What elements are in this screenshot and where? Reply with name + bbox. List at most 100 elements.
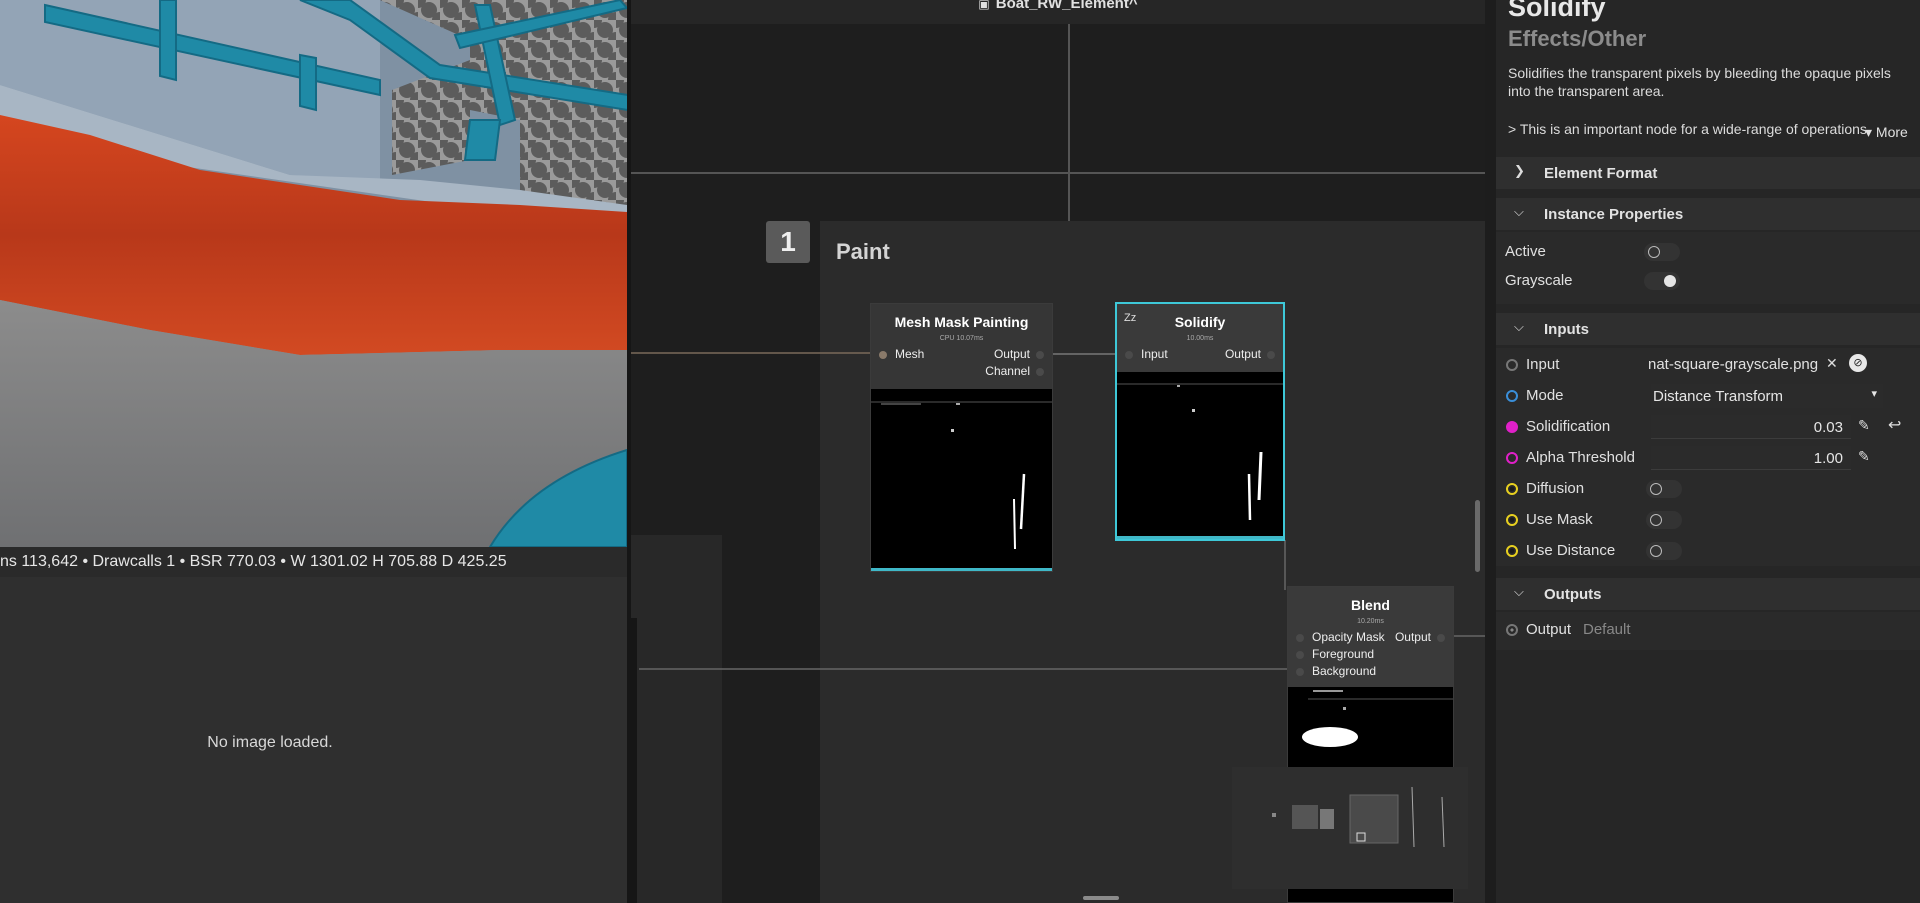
label-alpha-threshold: Alpha Threshold (1526, 449, 1635, 466)
viewport-stats-text: ns 113,642 • Drawcalls 1 • BSR 770.03 • … (0, 553, 507, 570)
port-opacity-mask[interactable] (1296, 634, 1304, 642)
pencil-icon[interactable]: ✎ (1858, 417, 1870, 434)
node-preview-image (1117, 383, 1283, 521)
node-title: Mesh Mask Painting (894, 314, 1029, 330)
row-diffusion: Diffusion (1496, 475, 1920, 503)
pencil-icon[interactable]: ✎ (1858, 448, 1870, 465)
port-dot (1506, 624, 1518, 636)
output-default-value: Default (1583, 621, 1631, 638)
section-instance-properties[interactable]: ⌵ Instance Properties (1496, 198, 1920, 230)
graph-vertical-scrollbar[interactable] (1475, 500, 1480, 572)
chevron-down-icon: ⌵ (1514, 584, 1524, 599)
node-progress-bar (871, 568, 1052, 571)
label-use-distance: Use Distance (1526, 542, 1616, 559)
use-distance-toggle[interactable] (1646, 542, 1682, 560)
port-label-foreground: Foreground (1312, 647, 1375, 661)
graph-horizontal-scrollbar[interactable] (1083, 896, 1119, 900)
node-title: Solidify (1508, 0, 1606, 22)
solidification-field[interactable]: 0.03 (1651, 415, 1851, 439)
node-graph-canvas[interactable]: ▣ Boat_RW_Element^ 1 Paint Mesh Mask Pain… (631, 0, 1485, 903)
section-title: Outputs (1544, 586, 1602, 603)
node-description: Solidifies the transparent pixels by ble… (1508, 65, 1891, 99)
section-inputs[interactable]: ⌵ Inputs (1496, 313, 1920, 345)
port-label-output: Output (1224, 347, 1261, 361)
port-label-mesh: Mesh (895, 347, 925, 361)
node-header[interactable]: Mesh Mask Painting CPU 10.07ms Mesh Outp… (871, 304, 1052, 389)
node-timing: 10.20ms (1357, 618, 1384, 625)
section-outputs[interactable]: ⌵ Outputs (1496, 578, 1920, 610)
label-grayscale: Grayscale (1505, 272, 1573, 289)
port-label-input: Input (1141, 347, 1168, 361)
label-diffusion: Diffusion (1526, 480, 1585, 497)
node-solidify[interactable]: Zz Solidify 10.00ms Input Output (1115, 302, 1285, 541)
port-foreground[interactable] (1296, 651, 1304, 659)
more-button[interactable]: ▾ More (1865, 124, 1908, 141)
toggle-knob (1650, 483, 1662, 495)
alpha-threshold-value: 1.00 (1813, 450, 1843, 467)
row-grayscale: Grayscale (1496, 267, 1920, 295)
section-element-format[interactable]: ❯ Element Format (1496, 157, 1920, 189)
port-dot (1506, 545, 1518, 557)
node-mesh-mask-painting[interactable]: Mesh Mask Painting CPU 10.07ms Mesh Outp… (870, 303, 1053, 572)
solidification-value: 0.03 (1813, 419, 1843, 436)
port-label-channel: Channel (985, 364, 1030, 378)
toggle-knob (1650, 514, 1662, 526)
port-dot (1506, 421, 1518, 433)
port-output[interactable] (1437, 634, 1445, 642)
label-use-mask: Use Mask (1526, 511, 1593, 528)
node-title: Blend (1351, 597, 1390, 613)
label-solidification: Solidification (1526, 418, 1611, 435)
image-preview-panel[interactable]: No image loaded. (0, 577, 627, 903)
port-output[interactable] (1036, 351, 1044, 359)
diffusion-toggle[interactable] (1646, 480, 1682, 498)
mode-dropdown[interactable]: Distance Transform ▾ (1651, 384, 1883, 408)
instance-properties-body: Active Grayscale (1496, 232, 1920, 304)
label-active: Active (1505, 243, 1546, 260)
boat-render (0, 0, 627, 547)
panel-splitter[interactable] (1485, 0, 1496, 903)
port-background[interactable] (1296, 668, 1304, 676)
label-input: Input (1526, 356, 1560, 373)
port-input[interactable] (1125, 351, 1133, 359)
input-file-value[interactable]: nat-square-grayscale.png (1648, 356, 1818, 373)
port-dot (1506, 452, 1518, 464)
section-title: Element Format (1544, 165, 1658, 182)
inputs-body: Input nat-square-grayscale.png ✕ ⊘ Mode … (1496, 348, 1920, 566)
row-input: Input nat-square-grayscale.png ✕ ⊘ (1496, 351, 1920, 379)
node-timing: 10.00ms (1186, 335, 1214, 342)
link-icon[interactable]: ⊘ (1849, 354, 1867, 372)
graph-minimap[interactable] (1232, 767, 1468, 889)
reset-icon[interactable]: ↩ (1888, 415, 1901, 435)
toggle-knob (1664, 275, 1676, 287)
node-progress-bar (1117, 536, 1283, 539)
section-title: Instance Properties (1544, 206, 1684, 223)
node-note: > This is an important node for a wide-r… (1508, 121, 1867, 137)
row-use-distance: Use Distance (1496, 537, 1920, 565)
port-output[interactable] (1267, 351, 1275, 359)
chevron-right-icon: ❯ (1514, 163, 1525, 178)
port-mesh-input[interactable] (879, 351, 887, 359)
node-header[interactable]: Zz Solidify 10.00ms Input Output (1117, 304, 1283, 372)
chevron-down-icon: ⌵ (1514, 319, 1524, 334)
port-label-output: Output (1394, 630, 1431, 644)
port-channel[interactable] (1036, 368, 1044, 376)
section-title: Inputs (1544, 321, 1589, 338)
node-header[interactable]: Blend 10.20ms Opacity Mask Output Foregr… (1288, 587, 1453, 687)
chevron-down-icon: ⌵ (1514, 204, 1524, 219)
row-use-mask: Use Mask (1496, 506, 1920, 534)
row-alpha-threshold: Alpha Threshold 1.00 ✎ (1496, 444, 1920, 472)
port-label-output: Output (993, 347, 1030, 361)
minimap-preview (1272, 786, 1445, 848)
no-image-message: No image loaded. (207, 734, 333, 751)
use-mask-toggle[interactable] (1646, 511, 1682, 529)
clear-icon[interactable]: ✕ (1826, 355, 1838, 372)
port-dot (1506, 514, 1518, 526)
chevron-down-icon: ▾ (1871, 388, 1877, 400)
3d-viewport[interactable] (0, 0, 627, 547)
outputs-body: Output Default (1496, 612, 1920, 650)
toggle-knob (1650, 545, 1662, 557)
active-toggle[interactable] (1644, 243, 1680, 261)
grayscale-toggle[interactable] (1644, 272, 1680, 290)
alpha-threshold-field[interactable]: 1.00 (1651, 446, 1851, 470)
label-output: Output (1526, 621, 1572, 638)
